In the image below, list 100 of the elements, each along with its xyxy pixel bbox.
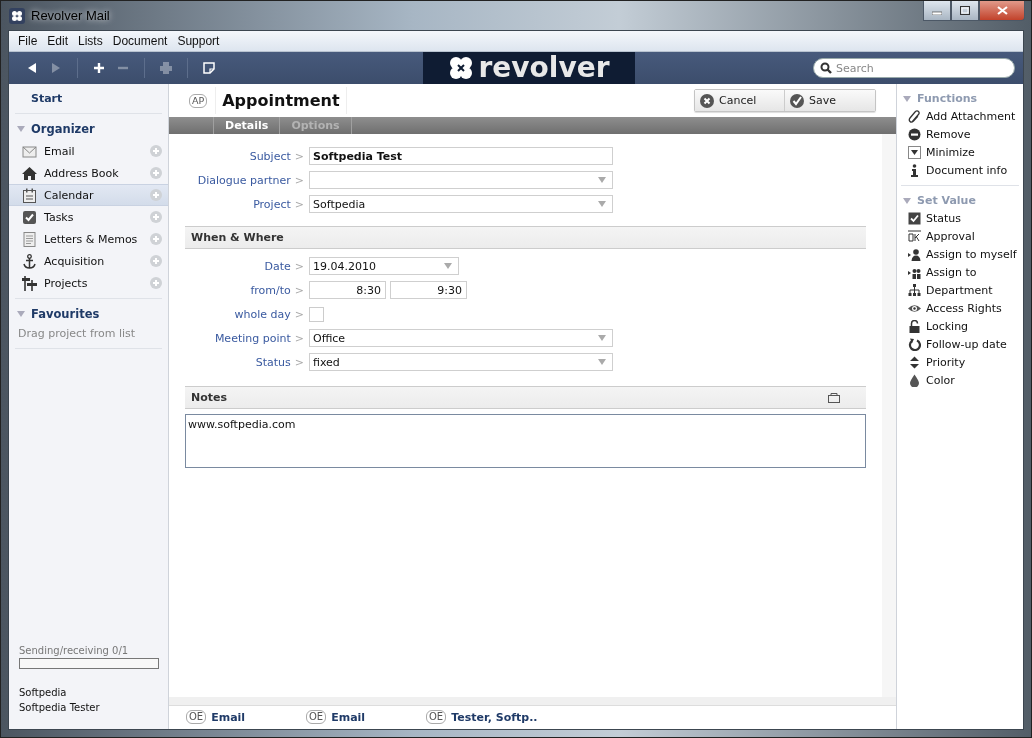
close-button[interactable] — [979, 1, 1025, 21]
expand-icon — [828, 392, 840, 403]
sidebar-item[interactable]: Acquisition — [9, 250, 168, 272]
action-item[interactable]: Approval — [897, 227, 1023, 245]
action-item[interactable]: Department — [897, 281, 1023, 299]
action-item[interactable]: Priority — [897, 353, 1023, 371]
search-field[interactable]: Search — [813, 58, 1015, 78]
field-label: Meeting point — [214, 331, 291, 345]
save-button[interactable]: Save — [785, 90, 875, 111]
action-item[interactable]: Assign to myself — [897, 245, 1023, 263]
info-icon — [908, 163, 921, 177]
action-item[interactable]: Follow-up date — [897, 335, 1023, 353]
sidebar-item[interactable]: Calendar — [9, 184, 168, 206]
dropdown-square-icon — [908, 145, 921, 159]
sidebar-item[interactable]: Address Book — [9, 162, 168, 184]
menu-item[interactable]: Edit — [42, 34, 74, 48]
collapse-icon — [903, 197, 911, 204]
dropdown[interactable]: Softpedia — [309, 195, 613, 213]
dropdown[interactable]: Office — [309, 329, 613, 347]
action-item[interactable]: Assign to — [897, 263, 1023, 281]
action-item[interactable]: Color — [897, 371, 1023, 389]
person-icon — [908, 247, 921, 261]
maximize-button[interactable] — [951, 1, 979, 21]
anchor-icon — [22, 253, 37, 269]
item-label: Email — [44, 144, 76, 158]
section-title[interactable]: Organizer — [31, 122, 95, 136]
action-item[interactable]: Document info — [897, 161, 1023, 179]
signpost-icon — [22, 275, 37, 291]
sidebar-item[interactable]: Letters & Memos — [9, 228, 168, 250]
hierarchy-icon — [908, 283, 921, 297]
type-badge: OE — [306, 710, 327, 724]
add-icon — [150, 211, 162, 223]
separator-mark: > — [294, 307, 304, 321]
type-badge: OE — [186, 710, 207, 724]
item-label: Projects — [44, 276, 89, 290]
separator-mark: > — [294, 355, 304, 369]
dropdown[interactable]: fixed — [309, 353, 613, 371]
action-item[interactable]: Minimize — [897, 143, 1023, 161]
app-icon — [9, 7, 25, 24]
sidebar-item[interactable]: Email — [9, 140, 168, 162]
document-tab[interactable]: Tester, Softp.. — [451, 710, 538, 724]
add-icon — [150, 145, 162, 157]
item-label: Calendar — [44, 188, 95, 202]
field-label: whole day — [234, 307, 291, 321]
collapse-icon — [903, 95, 911, 102]
dropdown[interactable]: 19.04.2010 — [309, 257, 459, 275]
note-button[interactable] — [200, 59, 218, 77]
item-label: Acquisition — [44, 254, 106, 268]
separator-mark: > — [294, 331, 304, 345]
menu-item[interactable]: Lists — [73, 34, 108, 48]
action-item[interactable]: Status — [897, 209, 1023, 227]
dropdown-caret-icon — [598, 177, 606, 183]
checkbox[interactable] — [309, 306, 324, 322]
collapse-icon — [17, 311, 25, 317]
plus-icon — [92, 61, 106, 75]
document-tab[interactable]: Email — [211, 710, 246, 724]
sidebar-item[interactable]: Tasks — [9, 206, 168, 228]
time-field[interactable]: 8:30 — [309, 281, 386, 299]
house-icon — [22, 165, 37, 181]
drop-icon — [908, 373, 921, 387]
action-item[interactable]: Add Attachment — [897, 107, 1023, 125]
item-label: Letters & Memos — [44, 232, 139, 246]
dropdown-caret-icon — [598, 335, 606, 341]
start-link[interactable]: Start — [9, 84, 168, 109]
separator-mark: > — [294, 149, 304, 163]
item-label: Address Book — [44, 166, 120, 180]
menu-item[interactable]: Support — [172, 34, 225, 48]
action-item[interactable]: Access Rights — [897, 299, 1023, 317]
tab[interactable]: Details — [213, 117, 280, 134]
ok-icon — [908, 229, 921, 243]
field-label: Project — [253, 197, 291, 211]
field-label: Dialogue partner — [197, 173, 291, 187]
window-title: Revolver Mail — [31, 8, 110, 23]
menu-item[interactable]: File — [13, 34, 43, 48]
notes-field[interactable]: www.softpedia.com — [185, 414, 866, 468]
field-label: Date — [264, 259, 291, 273]
add-icon — [150, 233, 162, 245]
document-tab[interactable]: Email — [331, 710, 366, 724]
add-icon — [150, 167, 162, 179]
action-item[interactable]: Remove — [897, 125, 1023, 143]
field-label: Subject — [249, 149, 291, 163]
sidebar-item[interactable]: Projects — [9, 272, 168, 294]
time-field[interactable]: 9:30 — [390, 281, 467, 299]
text-field[interactable]: Softpedia Test — [309, 147, 613, 165]
separator-mark: > — [294, 197, 304, 211]
minimize-button[interactable] — [923, 1, 951, 21]
hint-text: Drag project from list — [17, 326, 137, 342]
add-icon — [150, 189, 162, 201]
maximize-icon — [960, 6, 970, 15]
type-badge: OE — [426, 710, 447, 724]
checkbox-icon — [908, 211, 921, 225]
item-label: Tasks — [44, 210, 75, 224]
action-item[interactable]: Locking — [897, 317, 1023, 335]
add-icon — [150, 277, 162, 289]
section-header: When & Where — [185, 226, 866, 249]
cancel-icon — [700, 93, 714, 108]
cancel-button[interactable]: Cancel — [695, 90, 785, 111]
section-title[interactable]: Favourites — [31, 307, 100, 321]
menu-item[interactable]: Document — [107, 34, 173, 48]
dropdown-caret-icon — [598, 359, 606, 365]
